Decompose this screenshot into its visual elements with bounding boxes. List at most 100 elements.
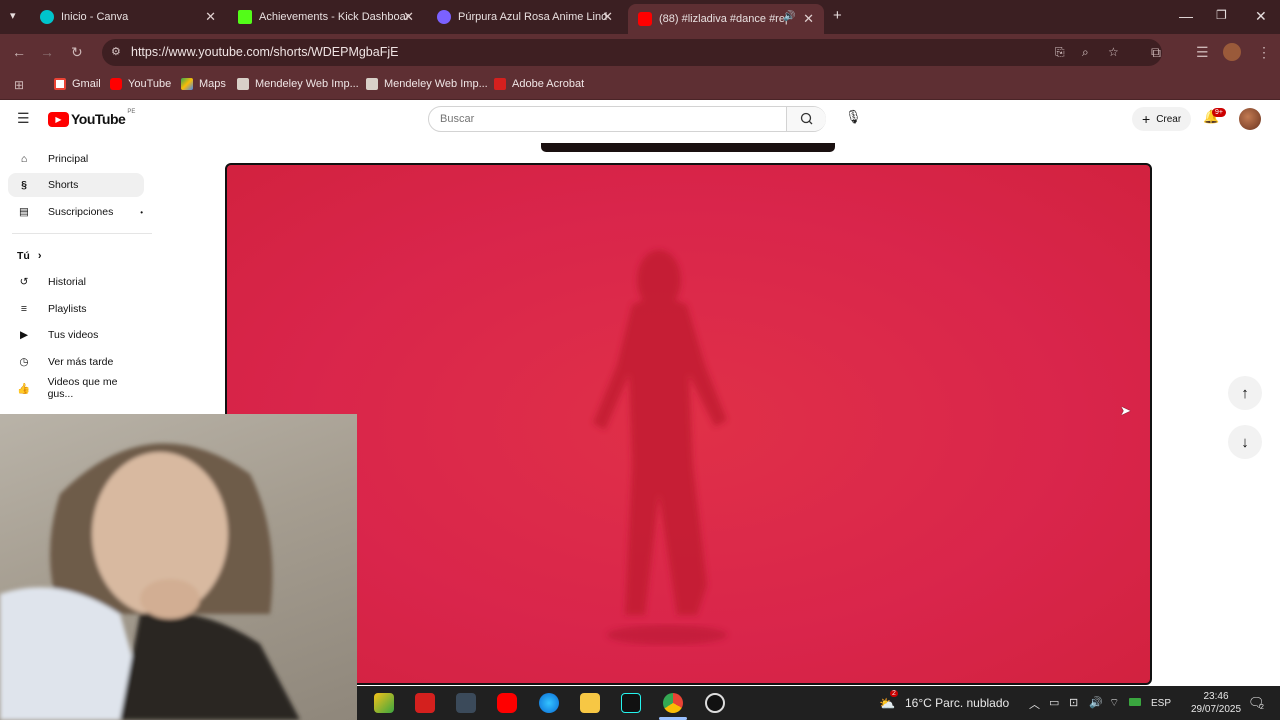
- battery-icon[interactable]: ▭: [1049, 696, 1059, 709]
- clock[interactable]: 23:46 29/07/2025: [1191, 690, 1241, 716]
- youtube-taskbar-icon[interactable]: [497, 693, 517, 713]
- zoom-icon[interactable]: ⌕: [1082, 39, 1089, 66]
- browser-toolbar: ← → ↻ ⚙ https://www.youtube.com/shorts/W…: [0, 34, 1280, 71]
- reading-list-icon[interactable]: ☰: [1196, 44, 1209, 61]
- nav-playlists[interactable]: ≡ Playlists: [17, 297, 143, 321]
- obs-taskbar-icon[interactable]: [705, 693, 725, 713]
- edge-taskbar-icon[interactable]: [539, 693, 559, 713]
- calculator-taskbar-icon[interactable]: [456, 693, 476, 713]
- maximize-icon[interactable]: ❐: [1216, 8, 1227, 22]
- account-avatar[interactable]: [1239, 108, 1261, 130]
- bookmark-label: Gmail: [72, 78, 101, 90]
- previous-short-edge: [541, 143, 835, 152]
- mendeley-icon: [237, 78, 249, 90]
- bookmark-adobe-acrobat[interactable]: Adobe Acrobat: [494, 78, 584, 90]
- bookmark-youtube[interactable]: YouTube: [110, 78, 171, 90]
- new-tab-button[interactable]: +: [833, 7, 842, 24]
- chevron-right-icon: ›: [37, 250, 42, 262]
- nav-label: Ver más tarde: [48, 356, 114, 368]
- logo-text: YouTube: [71, 111, 126, 127]
- search-button[interactable]: [786, 107, 826, 131]
- tab-search-chevron-icon[interactable]: ▾: [10, 9, 16, 22]
- nav-label: Playlists: [48, 303, 87, 315]
- nav-label: Historial: [48, 276, 86, 288]
- close-tab-icon[interactable]: ✕: [403, 9, 414, 25]
- weather-widget[interactable]: 16°C Parc. nublado: [905, 696, 1009, 710]
- subscriptions-icon: ▤: [19, 206, 29, 218]
- shorts-video-player[interactable]: [225, 163, 1152, 685]
- thumbs-up-icon: 👍: [17, 382, 31, 395]
- bluestacks-taskbar-icon[interactable]: [374, 693, 394, 713]
- nav-label: Videos que me gus...: [47, 376, 118, 400]
- language-indicator[interactable]: ESP: [1151, 698, 1171, 709]
- nav-label: Tus videos: [48, 329, 99, 341]
- history-icon: ↺: [19, 276, 29, 288]
- bookmarks-bar: ⊞ Gmail YouTube Maps Mendeley Web Imp...…: [0, 71, 1280, 100]
- device-icon[interactable]: ⊡: [1069, 696, 1078, 709]
- voice-search-icon[interactable]: 🎙: [845, 109, 862, 125]
- address-url: https://www.youtube.com/shorts/WDEPMgbaF…: [131, 45, 399, 59]
- weather-icon[interactable]: ⛅: [879, 696, 895, 712]
- network-icon[interactable]: ⌔: [1109, 696, 1119, 710]
- nav-principal[interactable]: ⌂ Principal: [17, 147, 143, 171]
- hamburger-menu-icon[interactable]: ☰: [17, 110, 30, 127]
- tab-kick[interactable]: Achievements - Kick Dashboard ✕: [228, 4, 424, 30]
- tab-title: Inicio - Canva: [61, 11, 129, 23]
- close-tab-icon[interactable]: ✕: [205, 9, 216, 25]
- address-bar[interactable]: ⚙ https://www.youtube.com/shorts/WDEPMgb…: [102, 39, 1162, 66]
- nav-ver-mas-tarde[interactable]: ◷ Ver más tarde: [17, 350, 143, 374]
- search-icon: [800, 112, 813, 125]
- audio-playing-icon[interactable]: 🔊: [783, 11, 795, 22]
- bookmark-gmail[interactable]: Gmail: [54, 78, 101, 90]
- minimize-icon[interactable]: —: [1179, 8, 1193, 24]
- notification-badge: 9+: [1212, 108, 1226, 117]
- playlists-icon: ≡: [20, 303, 28, 315]
- clock-time: 23:46: [1203, 691, 1229, 702]
- file-explorer-taskbar-icon[interactable]: [580, 693, 600, 713]
- previous-short-button[interactable]: ↑: [1228, 376, 1262, 410]
- bookmark-mendeley-2[interactable]: Mendeley Web Imp...: [366, 78, 488, 90]
- profile-avatar[interactable]: [1223, 43, 1241, 61]
- tab-canva[interactable]: Inicio - Canva ✕: [30, 4, 226, 30]
- close-window-icon[interactable]: ✕: [1255, 8, 1267, 25]
- extensions-icon[interactable]: ⧉: [1151, 44, 1161, 61]
- sidebar-divider: [12, 233, 152, 234]
- close-tab-icon[interactable]: ✕: [803, 11, 814, 27]
- install-app-icon[interactable]: ⎘: [1055, 39, 1065, 66]
- menu-kebab-icon[interactable]: ⋮: [1257, 44, 1271, 61]
- next-short-button[interactable]: ↓: [1228, 425, 1262, 459]
- nav-historial[interactable]: ↺ Historial: [17, 270, 143, 294]
- youtube-icon: [110, 78, 122, 90]
- bookmark-mendeley-1[interactable]: Mendeley Web Imp...: [237, 78, 359, 90]
- site-info-icon[interactable]: ⚙: [111, 39, 121, 66]
- bookmark-star-icon[interactable]: ☆: [1108, 39, 1119, 66]
- tab-canva-design[interactable]: Púrpura Azul Rosa Anime Lindo ✕: [427, 4, 623, 30]
- youtube-logo[interactable]: ▶ YouTube PE: [48, 109, 136, 127]
- bookmark-label: Mendeley Web Imp...: [255, 78, 359, 90]
- nav-shorts[interactable]: § Shorts: [8, 173, 144, 197]
- back-icon[interactable]: ←: [12, 44, 26, 60]
- youtube-favicon-icon: [638, 12, 652, 26]
- kick-favicon-icon: [238, 10, 252, 24]
- chrome-taskbar-icon[interactable]: [663, 693, 683, 713]
- browser-tab-strip: ▾ Inicio - Canva ✕ Achievements - Kick D…: [0, 0, 1280, 34]
- search-input[interactable]: [429, 107, 786, 131]
- logo-region: PE: [127, 109, 136, 115]
- tray-overflow-chevron-icon[interactable]: ︿: [1029, 696, 1040, 712]
- forward-icon[interactable]: →: [40, 44, 54, 60]
- speaker-icon[interactable]: 🔊: [1089, 696, 1103, 709]
- nav-suscripciones[interactable]: ▤ Suscripciones •: [17, 200, 143, 224]
- close-tab-icon[interactable]: ✕: [602, 9, 613, 25]
- tiktok-taskbar-icon[interactable]: [621, 693, 641, 713]
- acrobat-taskbar-icon[interactable]: [415, 693, 435, 713]
- nav-tus-videos[interactable]: ▶ Tus videos: [17, 323, 143, 347]
- tab-youtube-active[interactable]: (88) #lizladiva #dance #rep 🔊 ✕: [628, 4, 824, 34]
- create-button[interactable]: + Crear: [1132, 107, 1192, 131]
- nav-tu-section[interactable]: Tú ›: [17, 244, 143, 268]
- youtube-header: ☰ ▶ YouTube PE 🎙 + Crear 🔔 9+: [0, 100, 1280, 138]
- bookmark-maps[interactable]: Maps: [181, 78, 226, 90]
- battery-status-icon[interactable]: [1129, 698, 1141, 706]
- nav-liked-videos[interactable]: 👍 Videos que me gus...: [17, 376, 143, 400]
- apps-grid-icon[interactable]: ⊞: [14, 78, 24, 92]
- reload-icon[interactable]: ↻: [71, 44, 83, 61]
